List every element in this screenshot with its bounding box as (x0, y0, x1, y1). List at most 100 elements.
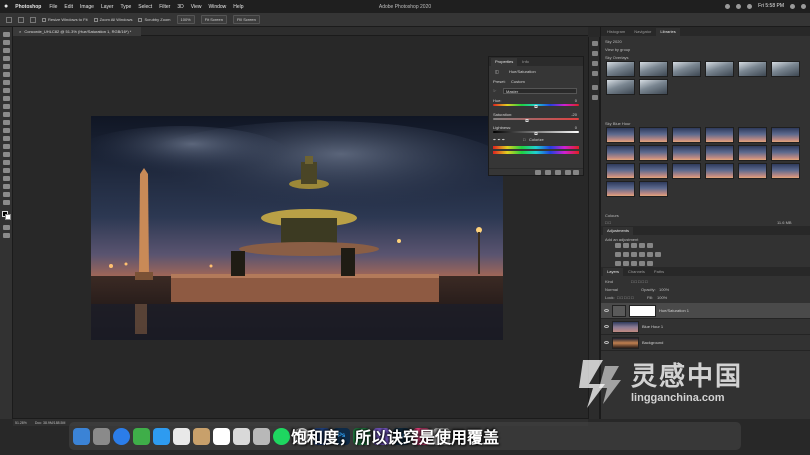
brightness-icon[interactable] (615, 243, 621, 248)
gradient-map-icon[interactable] (639, 261, 645, 266)
menu-file[interactable]: File (49, 4, 57, 10)
invert-icon[interactable] (615, 261, 621, 266)
move-tool-icon[interactable] (3, 32, 10, 37)
tab-histogram[interactable]: Histogram (603, 28, 629, 36)
tab-properties[interactable]: Properties (491, 58, 518, 66)
filter-kind[interactable]: Kind (605, 279, 613, 284)
view-by-group[interactable]: View by group (605, 47, 630, 52)
history-brush-tool-icon[interactable] (3, 112, 10, 117)
layer-name[interactable]: Background (642, 340, 663, 345)
library-thumbnail[interactable] (738, 61, 767, 77)
view-previous-icon[interactable] (545, 170, 551, 175)
tab-navigator[interactable]: Navigator (630, 28, 655, 36)
library-thumbnail[interactable] (771, 61, 800, 77)
saturation-slider-track[interactable] (493, 118, 579, 120)
fill-value[interactable]: 100% (657, 295, 667, 300)
library-thumbnail[interactable] (672, 163, 701, 179)
facetime-icon[interactable] (133, 427, 150, 445)
library-thumbnail[interactable] (738, 145, 767, 161)
library-thumbnail[interactable] (606, 127, 635, 143)
apple-icon[interactable]: ● (4, 3, 8, 10)
curves-icon[interactable] (631, 243, 637, 248)
library-thumbnail[interactable] (771, 163, 800, 179)
quick-mask-icon[interactable] (3, 225, 10, 230)
menu-select[interactable]: Select (138, 4, 152, 10)
zoom-in-icon[interactable] (18, 16, 24, 23)
preset-value[interactable]: Custom (511, 79, 525, 84)
library-thumbnail[interactable] (672, 145, 701, 161)
tab-channels[interactable]: Channels (624, 268, 649, 276)
library-thumbnail[interactable] (639, 145, 668, 161)
exposure-icon[interactable] (639, 243, 645, 248)
menu-image[interactable]: Image (80, 4, 94, 10)
type-tool-icon[interactable] (3, 160, 10, 165)
eye-icon[interactable] (604, 341, 609, 344)
library-thumbnail[interactable] (606, 163, 635, 179)
vibrance-icon[interactable] (647, 243, 653, 248)
search-icon[interactable] (790, 3, 795, 9)
zoom-readout[interactable]: 51.28% (15, 421, 27, 425)
library-thumbnail[interactable] (705, 127, 734, 143)
library-thumbnail[interactable] (738, 127, 767, 143)
info-icon[interactable] (592, 51, 598, 56)
black-white-icon[interactable] (631, 252, 637, 257)
filter-icons[interactable]: □ □ □ □ □ (631, 279, 648, 284)
photos-icon[interactable] (173, 427, 190, 445)
scrubby-zoom-checkbox[interactable]: Scrubby Zoom (138, 17, 171, 22)
brush-settings-icon[interactable] (592, 85, 598, 90)
menu-layer[interactable]: Layer (101, 4, 114, 10)
safari-icon[interactable] (113, 427, 130, 445)
calendar-icon[interactable] (213, 427, 230, 445)
resize-windows-checkbox[interactable]: Resize Windows to Fit (42, 17, 88, 22)
library-thumbnail[interactable] (639, 181, 668, 197)
hue-value[interactable]: 0 (575, 98, 577, 103)
clip-to-layer-icon[interactable] (535, 170, 541, 175)
saturation-value[interactable]: -20 (571, 112, 577, 117)
menu-filter[interactable]: Filter (159, 4, 170, 10)
visibility-icon[interactable] (565, 170, 571, 175)
library-thumbnail[interactable] (606, 181, 635, 197)
character-icon[interactable] (592, 71, 598, 76)
hue-slider-knob[interactable] (534, 105, 538, 108)
threshold-icon[interactable] (631, 261, 637, 266)
library-thumbnail[interactable] (639, 61, 668, 77)
hand-adjust-icon[interactable]: ☞ (493, 88, 497, 93)
layer-row-blue-hour[interactable]: Blue Hour 1 (601, 319, 810, 335)
tab-adjustments[interactable]: Adjustments (603, 227, 634, 235)
notification-icon[interactable] (801, 3, 806, 9)
levels-icon[interactable] (623, 243, 629, 248)
layer-mask-thumbnail[interactable] (629, 304, 656, 317)
menu-view[interactable]: View (191, 4, 202, 10)
library-thumbnail[interactable] (738, 163, 767, 179)
frame-tool-icon[interactable] (3, 72, 10, 77)
layer-row-hue-saturation[interactable]: Hue/Saturation 1 (601, 303, 810, 319)
library-selector[interactable]: Sky 2020 (605, 39, 622, 44)
canvas-image[interactable] (91, 116, 503, 340)
finder-icon[interactable] (73, 427, 90, 445)
wifi-icon[interactable] (725, 3, 731, 9)
fit-screen-button[interactable]: Fit Screen (200, 15, 227, 24)
library-thumbnail[interactable] (606, 145, 635, 161)
library-thumbnail[interactable] (639, 127, 668, 143)
spotify-icon[interactable] (273, 427, 290, 445)
library-thumbnail[interactable] (771, 145, 800, 161)
posterize-icon[interactable] (623, 261, 629, 266)
colorize-checkbox[interactable]: □ (523, 137, 525, 142)
saturation-slider-knob[interactable] (525, 119, 529, 122)
menubar-clock[interactable]: Fri 5:58 PM (758, 3, 784, 9)
sound-icon[interactable] (747, 3, 753, 9)
lightness-value[interactable]: 0 (575, 125, 577, 130)
library-thumbnail[interactable] (606, 79, 635, 95)
library-thumbnail[interactable] (606, 61, 635, 77)
document-tab[interactable]: × Concorde_UHLC82 @ 51.3% (Hue/Saturatio… (13, 27, 142, 36)
healing-tool-icon[interactable] (3, 88, 10, 93)
dodge-tool-icon[interactable] (3, 144, 10, 149)
library-thumbnail[interactable] (672, 127, 701, 143)
pen-tool-icon[interactable] (3, 152, 10, 157)
eye-icon[interactable] (604, 325, 609, 328)
messages-icon[interactable] (153, 427, 170, 445)
group-sky-overlays[interactable]: Sky Overlays (605, 55, 629, 60)
lightness-slider-knob[interactable] (534, 132, 538, 135)
menu-window[interactable]: Window (208, 4, 226, 10)
tab-libraries[interactable]: Libraries (656, 28, 680, 36)
